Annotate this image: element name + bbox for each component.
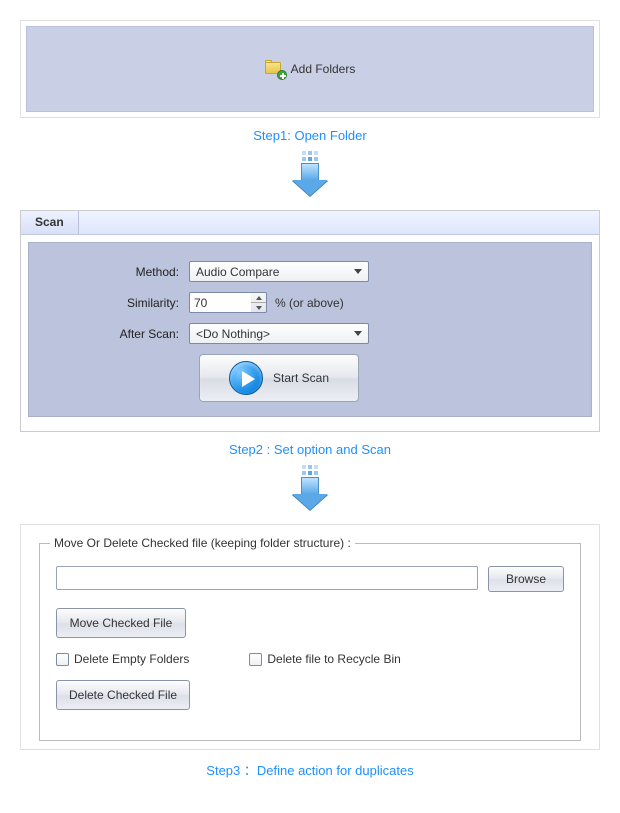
delete-empty-label: Delete Empty Folders — [74, 652, 189, 666]
arrow-down-icon — [20, 465, 600, 510]
after-scan-label: After Scan: — [49, 327, 189, 341]
method-value: Audio Compare — [196, 265, 279, 279]
after-scan-select[interactable]: <Do Nothing> — [189, 323, 369, 344]
add-folders-label: Add Folders — [291, 62, 356, 76]
scan-tab[interactable]: Scan — [21, 211, 79, 234]
start-scan-label: Start Scan — [273, 371, 329, 385]
step3-panel: Move Or Delete Checked file (keeping fol… — [20, 524, 600, 750]
start-scan-button[interactable]: Start Scan — [199, 354, 359, 402]
step2-panel: Scan Method: Audio Compare Similarity: 7… — [20, 210, 600, 432]
similarity-suffix: % (or above) — [275, 296, 344, 310]
step1-caption: Step1: Open Folder — [20, 128, 600, 143]
step3-caption: Step3 ：Define action for duplicates — [20, 760, 600, 779]
browse-button[interactable]: Browse — [488, 566, 564, 592]
method-label: Method: — [49, 265, 189, 279]
checkbox-box-icon — [249, 653, 262, 666]
method-select[interactable]: Audio Compare — [189, 261, 369, 282]
checkbox-box-icon — [56, 653, 69, 666]
step1-box: Add Folders — [26, 26, 594, 112]
step3-group-title: Move Or Delete Checked file (keeping fol… — [50, 536, 355, 550]
similarity-label: Similarity: — [49, 296, 189, 310]
step1-panel: Add Folders — [20, 20, 600, 118]
spinner-up-icon[interactable] — [251, 293, 266, 303]
play-icon — [229, 361, 263, 395]
delete-empty-checkbox[interactable]: Delete Empty Folders — [56, 652, 189, 666]
step3-groupbox: Move Or Delete Checked file (keeping fol… — [39, 543, 581, 741]
similarity-value: 70 — [194, 296, 207, 310]
similarity-input[interactable]: 70 — [189, 292, 253, 313]
arrow-down-icon — [20, 151, 600, 196]
folder-plus-icon — [265, 60, 285, 78]
similarity-spinner[interactable] — [251, 292, 267, 313]
scan-header: Scan — [21, 211, 599, 235]
scan-body: Method: Audio Compare Similarity: 70 % (… — [28, 242, 592, 417]
spinner-down-icon[interactable] — [251, 303, 266, 312]
add-folders-button[interactable]: Add Folders — [265, 60, 356, 78]
delete-checked-button[interactable]: Delete Checked File — [56, 680, 190, 710]
path-input[interactable] — [56, 566, 478, 590]
move-checked-button[interactable]: Move Checked File — [56, 608, 186, 638]
step2-caption: Step2 : Set option and Scan — [20, 442, 600, 457]
recycle-label: Delete file to Recycle Bin — [267, 652, 400, 666]
after-scan-value: <Do Nothing> — [196, 327, 270, 341]
recycle-checkbox[interactable]: Delete file to Recycle Bin — [249, 652, 400, 666]
